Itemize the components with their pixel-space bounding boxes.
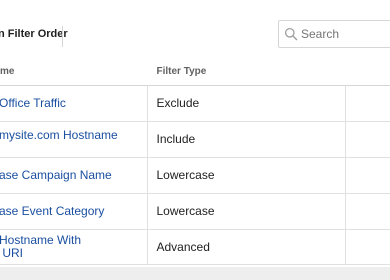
filter-name-cell: mysite.com Hostname (0, 121, 148, 158)
filter-name-cell: Hostname With URI (0, 229, 148, 265)
row-extra-cell (345, 229, 390, 265)
table-row: mysite.com Hostname Include (0, 121, 390, 158)
filter-name-link[interactable]: mysite.com Hostname (0, 128, 146, 142)
table-row: ase Campaign Name Lowercase (0, 157, 390, 194)
toolbar-divider (62, 26, 63, 47)
filter-type-cell: Lowercase (147, 157, 346, 194)
column-header-extra (345, 58, 390, 86)
filter-name-link[interactable]: ase Campaign Name (0, 168, 146, 182)
table-header-row: me Filter Type (0, 58, 390, 86)
filters-table: me Filter Type Office Traffic Exclude my… (0, 58, 390, 265)
toolbar: n Filter Order (0, 16, 390, 54)
table-row: Hostname With URI Advanced (0, 229, 390, 265)
row-extra-cell (345, 121, 390, 158)
column-header-filter-type[interactable]: Filter Type (146, 58, 345, 86)
filter-name-link[interactable]: Hostname With URI (0, 233, 146, 260)
filter-type-cell: Lowercase (147, 193, 346, 230)
filter-name-cell: ase Campaign Name (0, 157, 148, 194)
filter-name-link[interactable]: Office Traffic (0, 96, 146, 110)
table-row: Office Traffic Exclude (0, 85, 390, 122)
filter-type-cell: Include (147, 121, 346, 158)
filter-name-cell: Office Traffic (0, 85, 148, 122)
filter-name-link[interactable]: ase Event Category (0, 204, 146, 218)
search-icon (284, 27, 298, 41)
filter-type-cell: Exclude (147, 85, 346, 122)
filters-panel: n Filter Order me Filter Type Office Tra… (0, 0, 390, 267)
filter-type-cell: Advanced (147, 229, 346, 265)
filter-order-button[interactable]: n Filter Order (0, 28, 68, 40)
column-header-name[interactable]: me (0, 58, 147, 86)
row-extra-cell (345, 193, 390, 230)
search-box[interactable] (278, 20, 390, 48)
table-row: ase Event Category Lowercase (0, 193, 390, 230)
search-input[interactable] (301, 25, 390, 43)
row-extra-cell (345, 157, 390, 194)
row-extra-cell (345, 85, 390, 122)
filter-name-cell: ase Event Category (0, 193, 148, 230)
